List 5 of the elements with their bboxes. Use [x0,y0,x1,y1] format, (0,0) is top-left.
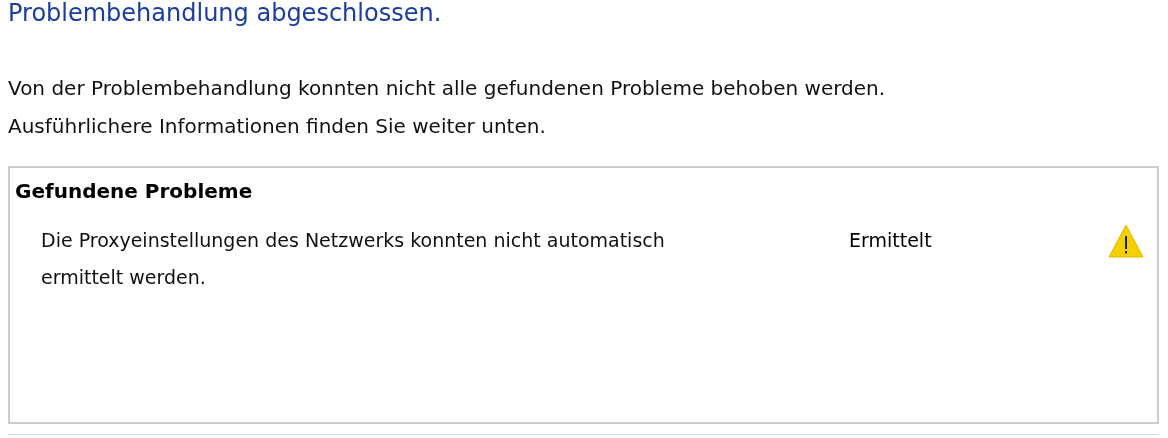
problem-text: Die Proxyeinstellungen des Netzwerks konnten nicht automatisch ermittelt werden. [41,228,666,290]
problem-status: Ermittelt [849,229,932,251]
panel-title: Gefundene Probleme [15,178,253,205]
description-text: Von der Problembehandlung konnten nicht alle gefundenen Probleme behoben werden. [8,75,886,102]
description-text: Ausführlichere Informationen finden Sie weiter unten. [8,113,546,140]
